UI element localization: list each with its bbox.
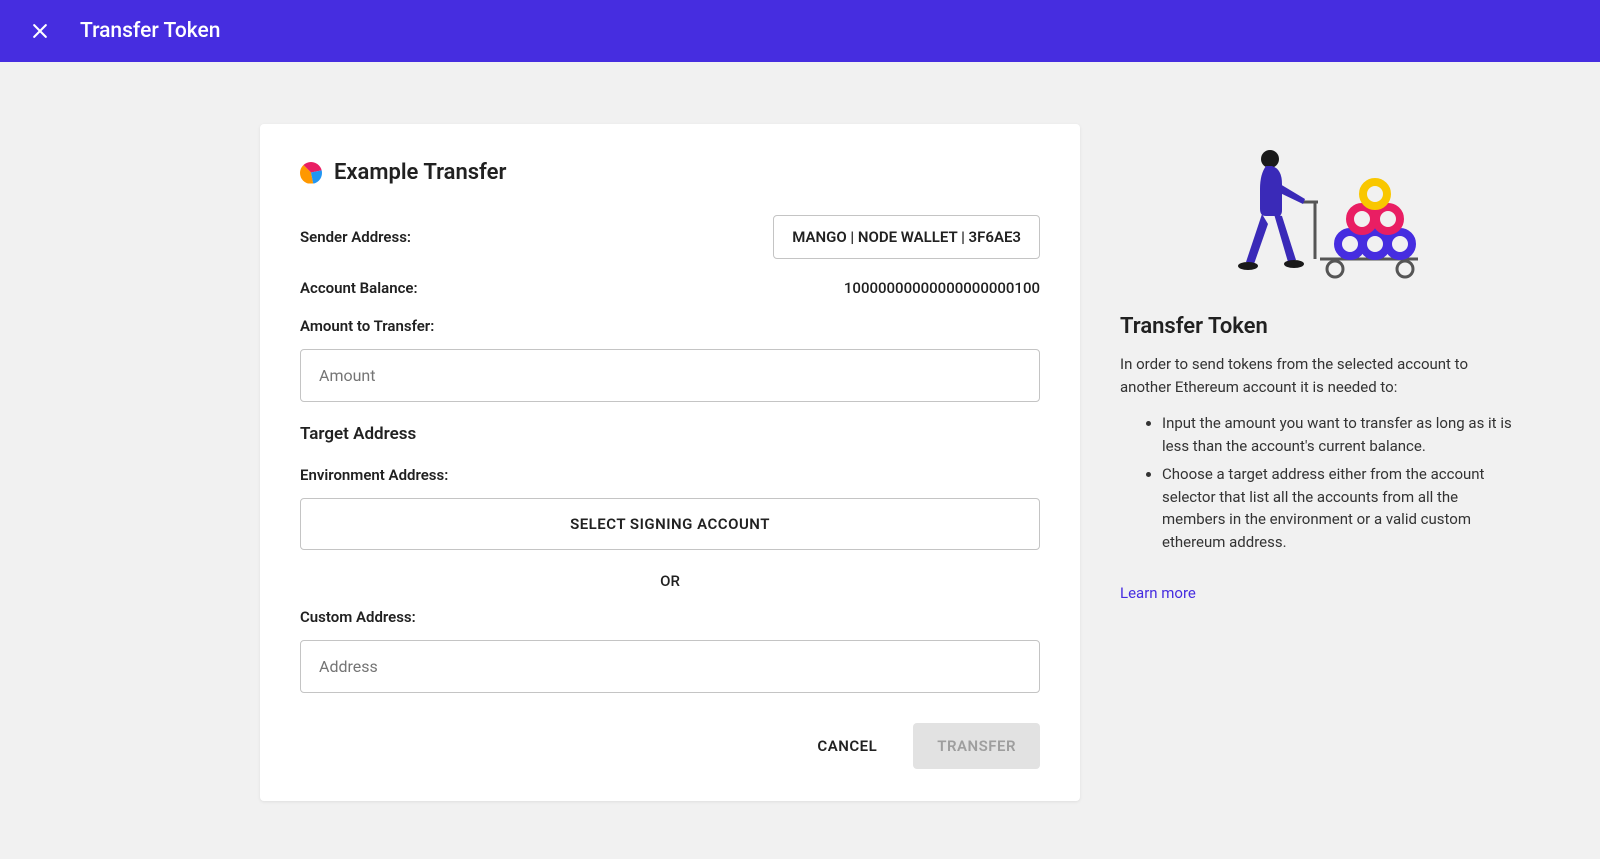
custom-address-label: Custom Address: [300, 608, 1040, 626]
modal-title: Transfer Token [80, 19, 220, 43]
select-signing-account-button[interactable]: SELECT SIGNING ACCOUNT [300, 498, 1040, 550]
sender-address-label: Sender Address: [300, 228, 411, 246]
help-bullet-list: Input the amount you want to transfer as… [1120, 412, 1520, 553]
target-address-heading: Target Address [300, 424, 1040, 444]
custom-address-input[interactable] [300, 640, 1040, 693]
token-icon [300, 162, 322, 184]
help-title: Transfer Token [1120, 314, 1520, 339]
transfer-illustration [1210, 134, 1430, 284]
help-panel: Transfer Token In order to send tokens f… [1120, 124, 1520, 801]
help-bullet: Input the amount you want to transfer as… [1162, 412, 1520, 457]
sender-address-select[interactable]: MANGO | NODE WALLET | 3F6AE3 [773, 215, 1040, 259]
environment-address-label: Environment Address: [300, 466, 1040, 484]
form-title: Example Transfer [334, 160, 506, 185]
help-description: In order to send tokens from the selecte… [1120, 353, 1520, 398]
transfer-form-card: Example Transfer Sender Address: MANGO |… [260, 124, 1080, 801]
help-bullet: Choose a target address either from the … [1162, 463, 1520, 553]
transfer-button[interactable]: TRANSFER [913, 723, 1040, 769]
or-divider: OR [300, 572, 1040, 590]
close-icon [30, 21, 50, 41]
close-button[interactable] [20, 11, 60, 51]
modal-header: Transfer Token [0, 0, 1600, 62]
amount-label: Amount to Transfer: [300, 317, 1040, 335]
account-balance-label: Account Balance: [300, 279, 418, 297]
amount-input[interactable] [300, 349, 1040, 402]
learn-more-link[interactable]: Learn more [1120, 584, 1196, 602]
cancel-button[interactable]: CANCEL [805, 727, 889, 765]
account-balance-value: 10000000000000000000100 [844, 279, 1040, 297]
